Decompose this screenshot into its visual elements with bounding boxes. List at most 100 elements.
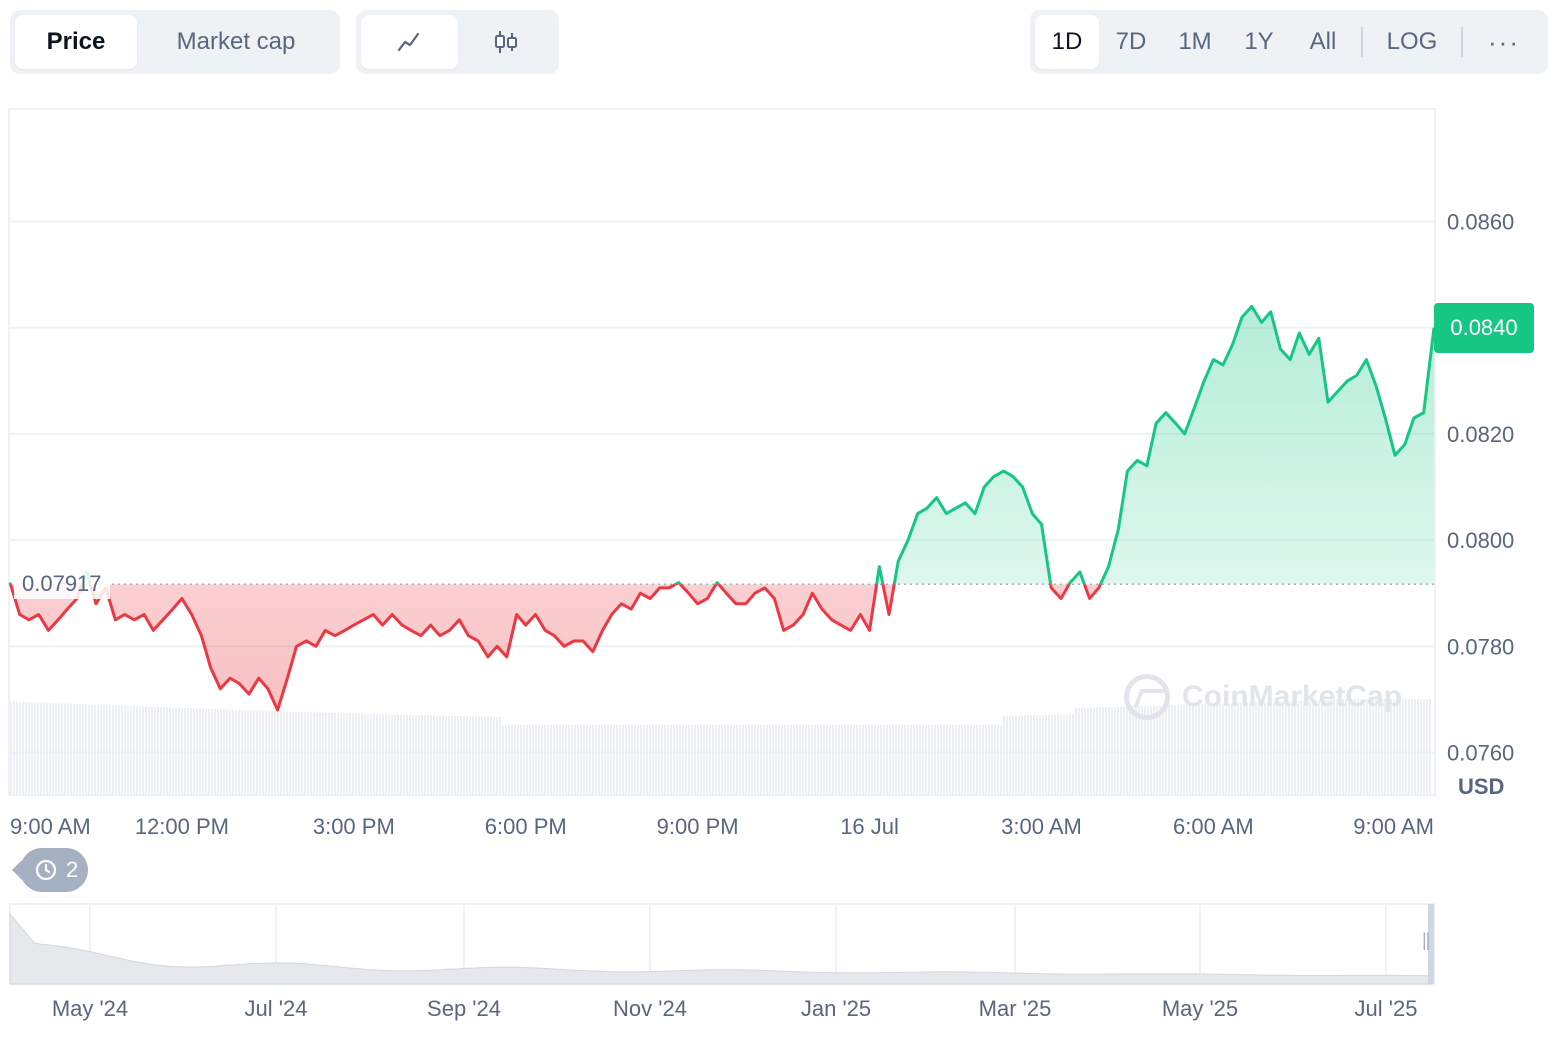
range-navigator[interactable]: May '24 Jul '24 Sep '24 Nov '24 Jan '25 Mar '… <box>9 903 1435 1021</box>
volume-bar <box>784 725 786 795</box>
volume-bar <box>274 711 276 795</box>
volume-bar <box>292 711 294 795</box>
volume-bar <box>814 725 816 795</box>
volume-bar <box>979 725 981 795</box>
volume-bar <box>76 703 78 795</box>
volume-bar <box>1012 715 1014 795</box>
volume-bar <box>58 703 60 795</box>
volume-bar <box>727 725 729 795</box>
price-area <box>10 306 1434 710</box>
volume-bar <box>157 707 159 795</box>
volume-bar <box>1066 714 1068 795</box>
volume-bar <box>856 725 858 795</box>
volume-bar <box>103 704 105 795</box>
volume-bar <box>487 716 489 795</box>
volume-bar <box>331 712 333 795</box>
volume-bar <box>835 725 837 795</box>
volume-bar <box>349 713 351 795</box>
navigator-handle-icon[interactable]: || <box>1422 930 1430 951</box>
volume-bar <box>754 725 756 795</box>
volume-bar <box>1402 699 1404 795</box>
volume-bar <box>316 712 318 795</box>
volume-bar <box>55 703 57 795</box>
volume-bar <box>223 709 225 795</box>
volume-bar <box>1117 706 1119 795</box>
volume-bar <box>862 725 864 795</box>
volume-bar <box>319 712 321 795</box>
volume-bar <box>847 725 849 795</box>
volume-bar <box>91 704 93 795</box>
volume-bar <box>946 725 948 795</box>
volume-bar <box>391 714 393 795</box>
volume-bar <box>892 725 894 795</box>
volume-bar <box>43 702 45 795</box>
volume-bar <box>973 725 975 795</box>
volume-bar <box>322 712 324 795</box>
volume-bar <box>886 725 888 795</box>
volume-bar <box>796 725 798 795</box>
volume-bar <box>184 707 186 795</box>
volume-bar <box>172 707 174 795</box>
volume-bar <box>631 725 633 795</box>
x-tick-label: 12:00 PM <box>135 814 229 839</box>
volume-bar <box>382 714 384 795</box>
volume-bar <box>940 725 942 795</box>
volume-bar <box>844 725 846 795</box>
volume-bar <box>190 708 192 795</box>
volume-bar <box>883 725 885 795</box>
volume-bar <box>514 725 516 795</box>
volume-bar <box>247 710 249 795</box>
volume-bar <box>937 725 939 795</box>
volume-bar <box>664 725 666 795</box>
volume-bar <box>1057 714 1059 795</box>
volume-bar <box>136 706 138 795</box>
volume-bar <box>1114 706 1116 795</box>
volume-bar <box>439 715 441 795</box>
volume-bar <box>535 725 537 795</box>
volume-bar <box>838 725 840 795</box>
history-badge[interactable]: 2 <box>12 848 88 892</box>
volume-bar <box>880 725 882 795</box>
y-tick-label: 0.0800 <box>1447 528 1514 553</box>
navigator-month-label: Jul '25 <box>1355 996 1418 1021</box>
volume-bar <box>202 708 204 795</box>
volume-bar <box>328 712 330 795</box>
volume-bar <box>295 711 297 795</box>
volume-bar <box>37 702 39 795</box>
volume-bar <box>748 725 750 795</box>
y-tick-label: 0.0820 <box>1447 422 1514 447</box>
volume-bar <box>640 725 642 795</box>
volume-bar <box>952 725 954 795</box>
volume-bar <box>733 725 735 795</box>
volume-bar <box>592 725 594 795</box>
volume-bar <box>889 725 891 795</box>
volume-bar <box>1096 707 1098 795</box>
volume-bar <box>205 708 207 795</box>
volume-bar <box>1024 715 1026 795</box>
price-chart[interactable]: 0.0760 0.0780 0.0800 0.0820 0.0840 0.0860 9:0… <box>0 0 1558 1050</box>
volume-bar <box>787 725 789 795</box>
volume-bar <box>826 725 828 795</box>
volume-bar <box>925 725 927 795</box>
volume-bar <box>1078 707 1080 795</box>
volume-bar <box>94 704 96 795</box>
x-tick-label: 6:00 PM <box>485 814 567 839</box>
volume-bar <box>874 725 876 795</box>
volume-bar <box>160 707 162 795</box>
volume-bar <box>415 715 417 795</box>
volume-bar <box>667 725 669 795</box>
volume-bar <box>409 714 411 795</box>
volume-bar <box>685 725 687 795</box>
volume-bar <box>67 703 69 795</box>
volume-bar <box>655 725 657 795</box>
volume-bar <box>643 725 645 795</box>
x-tick-label: 9:00 PM <box>657 814 739 839</box>
volume-bar <box>1111 707 1113 795</box>
volume-bar <box>34 702 36 795</box>
volume-bar <box>811 725 813 795</box>
history-pill: 2 <box>20 848 88 892</box>
volume-bar <box>997 725 999 795</box>
y-tick-label: 0.0780 <box>1447 634 1514 659</box>
volume-bar <box>670 725 672 795</box>
volume-bar <box>913 725 915 795</box>
